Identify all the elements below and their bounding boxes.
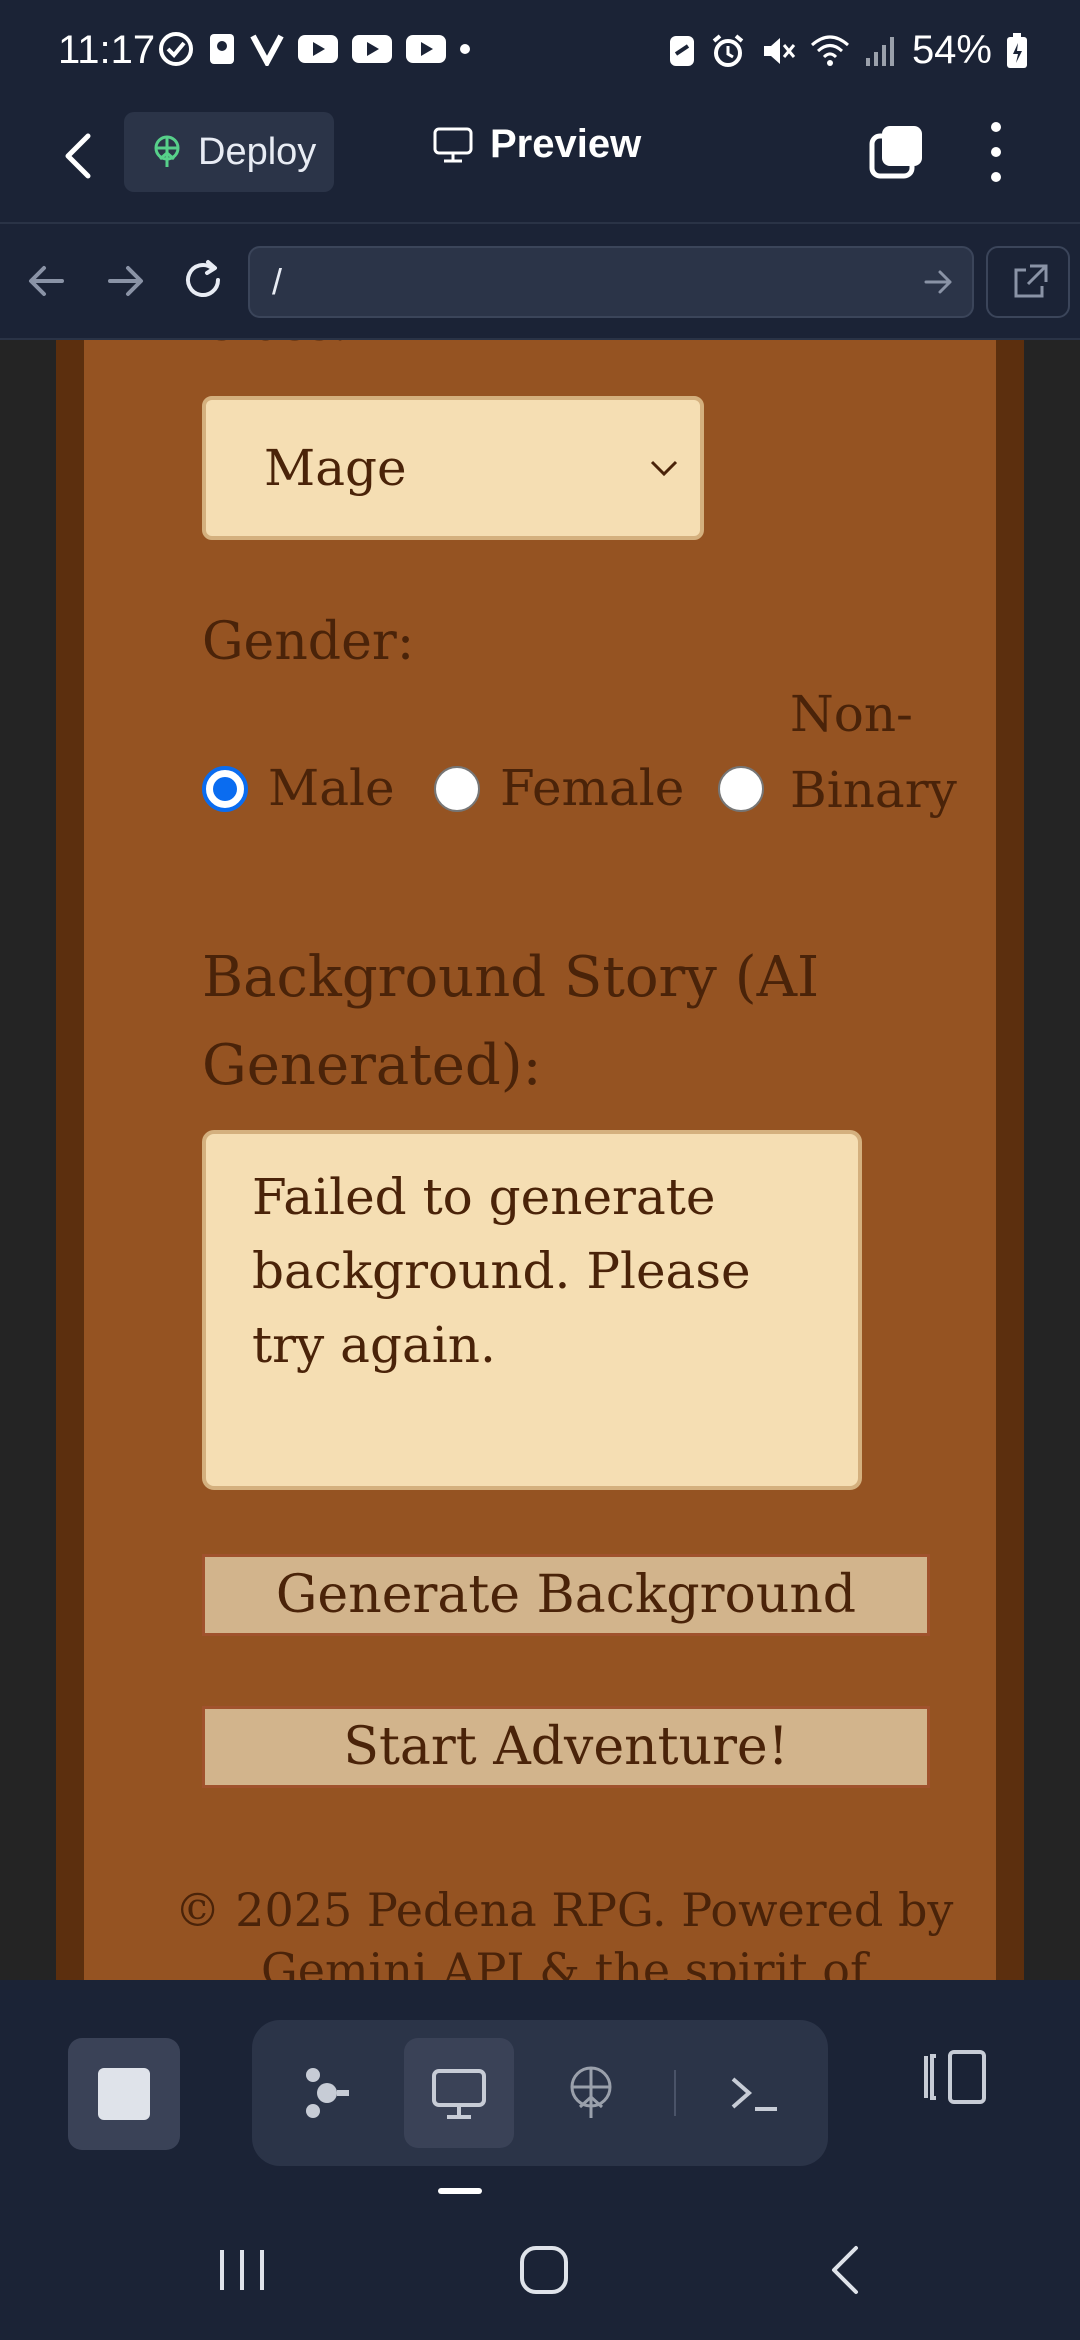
- system-nav-bar: [0, 2196, 1080, 2340]
- more-options-icon[interactable]: [976, 122, 1016, 182]
- terminal-tool-button[interactable]: [700, 2038, 810, 2148]
- class-label: Class:: [202, 340, 348, 352]
- wifi-icon: [810, 35, 849, 66]
- battery-saver-icon: [669, 35, 694, 66]
- more-notifications-icon: [460, 44, 470, 54]
- alarm-icon: [712, 33, 744, 67]
- gender-female-radio[interactable]: [434, 766, 480, 812]
- system-icons: 54%: [668, 28, 1028, 73]
- deploy-label: Deploy: [198, 130, 317, 173]
- background-story-label: Background Story (AI Generated):: [202, 945, 820, 1098]
- generate-background-button[interactable]: Generate Background: [202, 1554, 930, 1636]
- app-header: Deploy Preview: [0, 100, 1080, 224]
- youtube-icon: [406, 35, 446, 63]
- deploy-tool-button[interactable]: [536, 2038, 646, 2148]
- nav-back-icon[interactable]: [22, 256, 72, 306]
- gender-nonbinary-label[interactable]: Non-Binary: [790, 676, 990, 828]
- mute-icon: [763, 37, 796, 64]
- preview-icon: [432, 2069, 486, 2119]
- start-adventure-button[interactable]: Start Adventure!: [202, 1706, 930, 1788]
- back-arrow-icon[interactable]: [56, 128, 104, 184]
- system-back-icon[interactable]: [820, 2242, 876, 2298]
- stop-button[interactable]: [68, 2038, 180, 2150]
- status-time: 11:17: [58, 28, 156, 72]
- notification-icons: [158, 30, 470, 68]
- go-arrow-icon[interactable]: [920, 264, 956, 300]
- nav-forward-icon[interactable]: [100, 256, 150, 306]
- gender-nonbinary-radio[interactable]: [718, 766, 764, 812]
- home-indicator: [438, 2188, 482, 2194]
- git-icon: [306, 2068, 349, 2118]
- gender-male-label[interactable]: Male: [268, 750, 395, 826]
- home-icon[interactable]: [516, 2242, 572, 2298]
- reload-icon[interactable]: [178, 256, 228, 306]
- background-story-textarea[interactable]: Failed to generate background. Please tr…: [202, 1130, 862, 1490]
- recent-apps-icon[interactable]: [214, 2242, 270, 2298]
- split-panel-icon[interactable]: [920, 2042, 990, 2112]
- chevron-down-icon: [650, 460, 678, 477]
- deploy-icon: [154, 135, 180, 167]
- tool-separator: [674, 2070, 676, 2116]
- web-preview: Class: Mage Gender: Male Female Non-Bina…: [0, 340, 1080, 1980]
- browser-toolbar: /: [0, 226, 1080, 340]
- page-frame: Class: Mage Gender: Male Female Non-Bina…: [56, 340, 1024, 1980]
- gender-male-radio[interactable]: [202, 766, 248, 812]
- tool-group: [252, 2020, 828, 2166]
- background-story-text: Failed to generate background. Please tr…: [252, 1168, 751, 1374]
- git-tool-button[interactable]: [272, 2038, 382, 2148]
- signal-icon: [865, 36, 894, 66]
- preview-tool-button[interactable]: [404, 2038, 514, 2148]
- deploy-button[interactable]: Deploy: [124, 112, 334, 192]
- class-select[interactable]: Mage: [202, 396, 704, 540]
- tabs-icon[interactable]: [868, 124, 924, 180]
- v-icon: [250, 34, 284, 66]
- check-circle-icon: [159, 32, 193, 66]
- open-external-button[interactable]: [986, 246, 1070, 318]
- youtube-icon: [352, 35, 392, 63]
- class-select-value: Mage: [264, 439, 407, 497]
- gender-label: Gender:: [202, 612, 415, 672]
- footer-text: © 2025 Pedena RPG. Powered by Gemini API…: [174, 1883, 954, 1980]
- character-form: Class: Mage Gender: Male Female Non-Bina…: [84, 340, 996, 1980]
- external-link-icon: [1014, 264, 1048, 298]
- monitor-icon: [433, 127, 473, 162]
- battery-percent: 54%: [911, 28, 992, 72]
- preview-label: Preview: [490, 122, 642, 166]
- tool-dock: [0, 1980, 1080, 2190]
- terminal-icon: [731, 2077, 777, 2111]
- youtube-icon: [298, 35, 338, 63]
- gender-female-label[interactable]: Female: [500, 750, 684, 826]
- gender-radio-group: Male Female Non-Binary: [202, 685, 1002, 860]
- url-text: /: [272, 261, 283, 302]
- url-input[interactable]: /: [248, 246, 974, 318]
- battery-icon: [1007, 32, 1027, 68]
- notification-icon: [210, 34, 234, 64]
- deploy-icon: [570, 2066, 612, 2118]
- preview-tab[interactable]: Preview: [432, 122, 641, 167]
- status-bar: 11:17 54%: [0, 0, 1080, 100]
